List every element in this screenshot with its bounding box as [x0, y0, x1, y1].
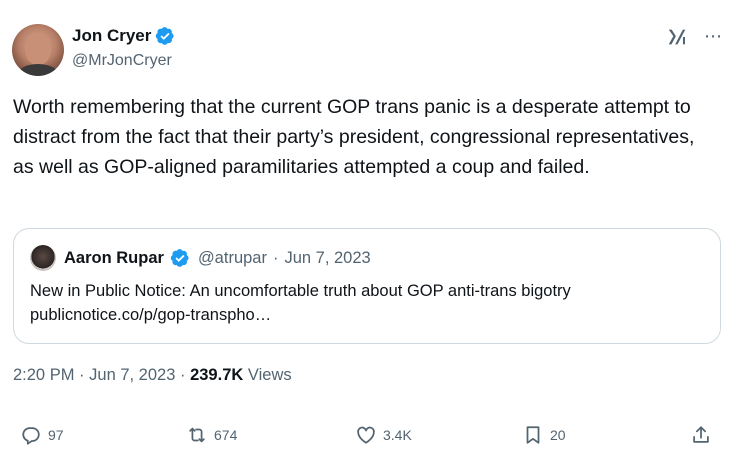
repost-button[interactable]: 674	[186, 424, 237, 446]
top-actions: ⋯	[666, 26, 724, 48]
share-button[interactable]	[690, 424, 712, 446]
reply-icon	[22, 427, 40, 445]
share-icon	[693, 426, 709, 443]
quoted-date: Jun 7, 2023	[284, 248, 371, 267]
bookmark-count: 20	[550, 427, 566, 443]
like-button[interactable]: 3.4K	[355, 424, 412, 446]
verified-badge-icon	[156, 27, 174, 45]
author-display-name[interactable]: Jon Cryer	[72, 26, 151, 46]
repost-icon	[189, 427, 205, 443]
tweet-text: Worth remembering that the current GOP t…	[13, 96, 695, 178]
quoted-text-link: publicnotice.co/p/gop-transpho…	[30, 306, 272, 324]
quoted-tweet[interactable]: Aaron Rupar @atrupar · Jun 7, 2023 New i…	[13, 228, 721, 344]
action-bar: 97 674 3.4K 20	[0, 424, 748, 454]
quoted-text-line1: New in Public Notice: An uncomfortable t…	[30, 282, 571, 300]
tweet-time[interactable]: 2:20 PM	[13, 366, 74, 384]
grok-icon[interactable]	[666, 26, 688, 48]
like-count: 3.4K	[383, 427, 412, 443]
quoted-separator: ·	[272, 248, 279, 267]
quoted-author-display-name: Aaron Rupar	[64, 248, 164, 267]
quoted-author-avatar	[30, 245, 56, 271]
quoted-author-handle: @atrupar	[197, 248, 267, 267]
author-handle[interactable]: @MrJonCryer	[72, 52, 172, 70]
repost-count: 674	[214, 427, 238, 443]
quoted-tweet-header: Aaron Rupar @atrupar · Jun 7, 2023	[30, 245, 371, 271]
tweet-card: Jon Cryer @MrJonCryer ⋯ Worth rememberin…	[0, 0, 748, 471]
meta-separator: ·	[179, 366, 186, 384]
meta-separator: ·	[79, 366, 85, 384]
like-icon	[357, 426, 375, 444]
reply-count: 97	[48, 427, 64, 443]
author-avatar[interactable]	[12, 24, 64, 76]
more-icon[interactable]: ⋯	[704, 27, 724, 47]
quoted-tweet-text: New in Public Notice: An uncomfortable t…	[30, 279, 700, 327]
author-name-row: Jon Cryer	[72, 26, 175, 46]
reply-button[interactable]: 97	[20, 424, 64, 446]
views-count: 239.7K	[190, 366, 244, 384]
verified-badge-icon	[170, 249, 189, 267]
views-label: Views	[247, 366, 292, 384]
bookmark-icon	[526, 426, 540, 444]
tweet-meta: 2:20 PM · Jun 7, 2023 · 239.7K Views	[13, 366, 292, 385]
tweet-date[interactable]: Jun 7, 2023	[89, 366, 175, 384]
bookmark-button[interactable]: 20	[522, 424, 566, 446]
